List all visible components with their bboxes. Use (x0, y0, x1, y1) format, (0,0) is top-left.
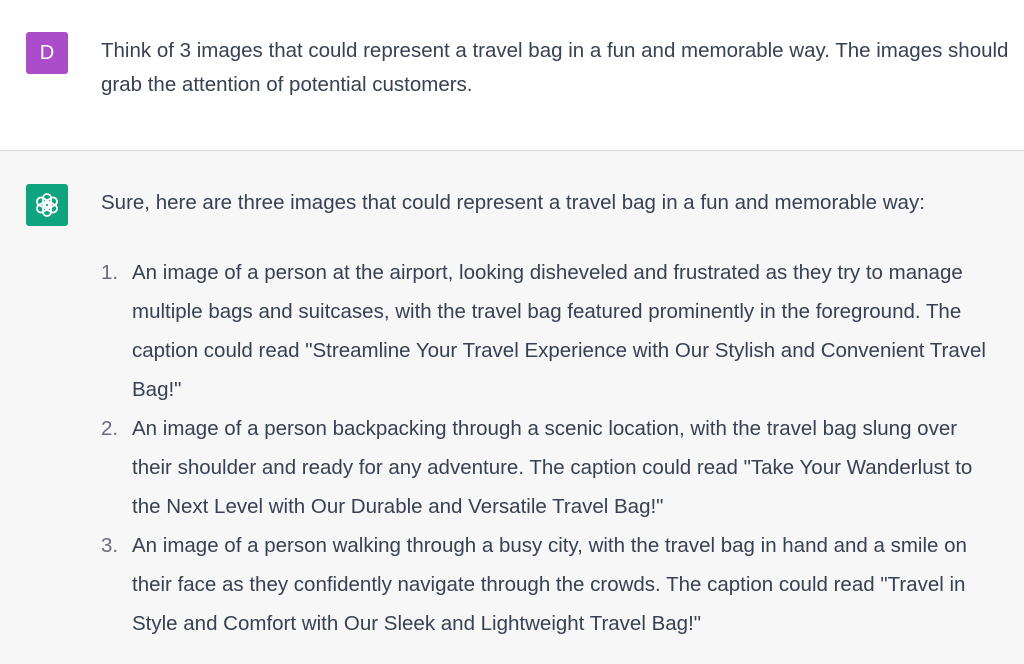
user-message-text: Think of 3 images that could represent a… (101, 39, 1009, 96)
assistant-message: Sure, here are three images that could r… (0, 151, 1024, 664)
list-item: 1. An image of a person at the airport, … (101, 253, 991, 409)
assistant-intro-text: Sure, here are three images that could r… (101, 191, 925, 214)
list-item-text: An image of a person walking through a b… (132, 534, 967, 635)
user-avatar-icon: D (26, 32, 68, 74)
list-item-number: 3. (101, 534, 119, 557)
list-item-number: 2. (101, 417, 119, 440)
openai-logo-icon (26, 184, 68, 226)
chat-page: D Think of 3 images that could represent… (0, 0, 1024, 664)
suggestion-list: 1. An image of a person at the airport, … (101, 253, 991, 643)
list-item-number: 1. (101, 261, 119, 284)
list-item: 3. An image of a person walking through … (101, 526, 991, 643)
user-message: D Think of 3 images that could represent… (0, 0, 1024, 150)
list-item: 2. An image of a person backpacking thro… (101, 409, 991, 526)
list-item-text: An image of a person backpacking through… (132, 417, 973, 518)
list-item-text: An image of a person at the airport, loo… (132, 261, 986, 401)
